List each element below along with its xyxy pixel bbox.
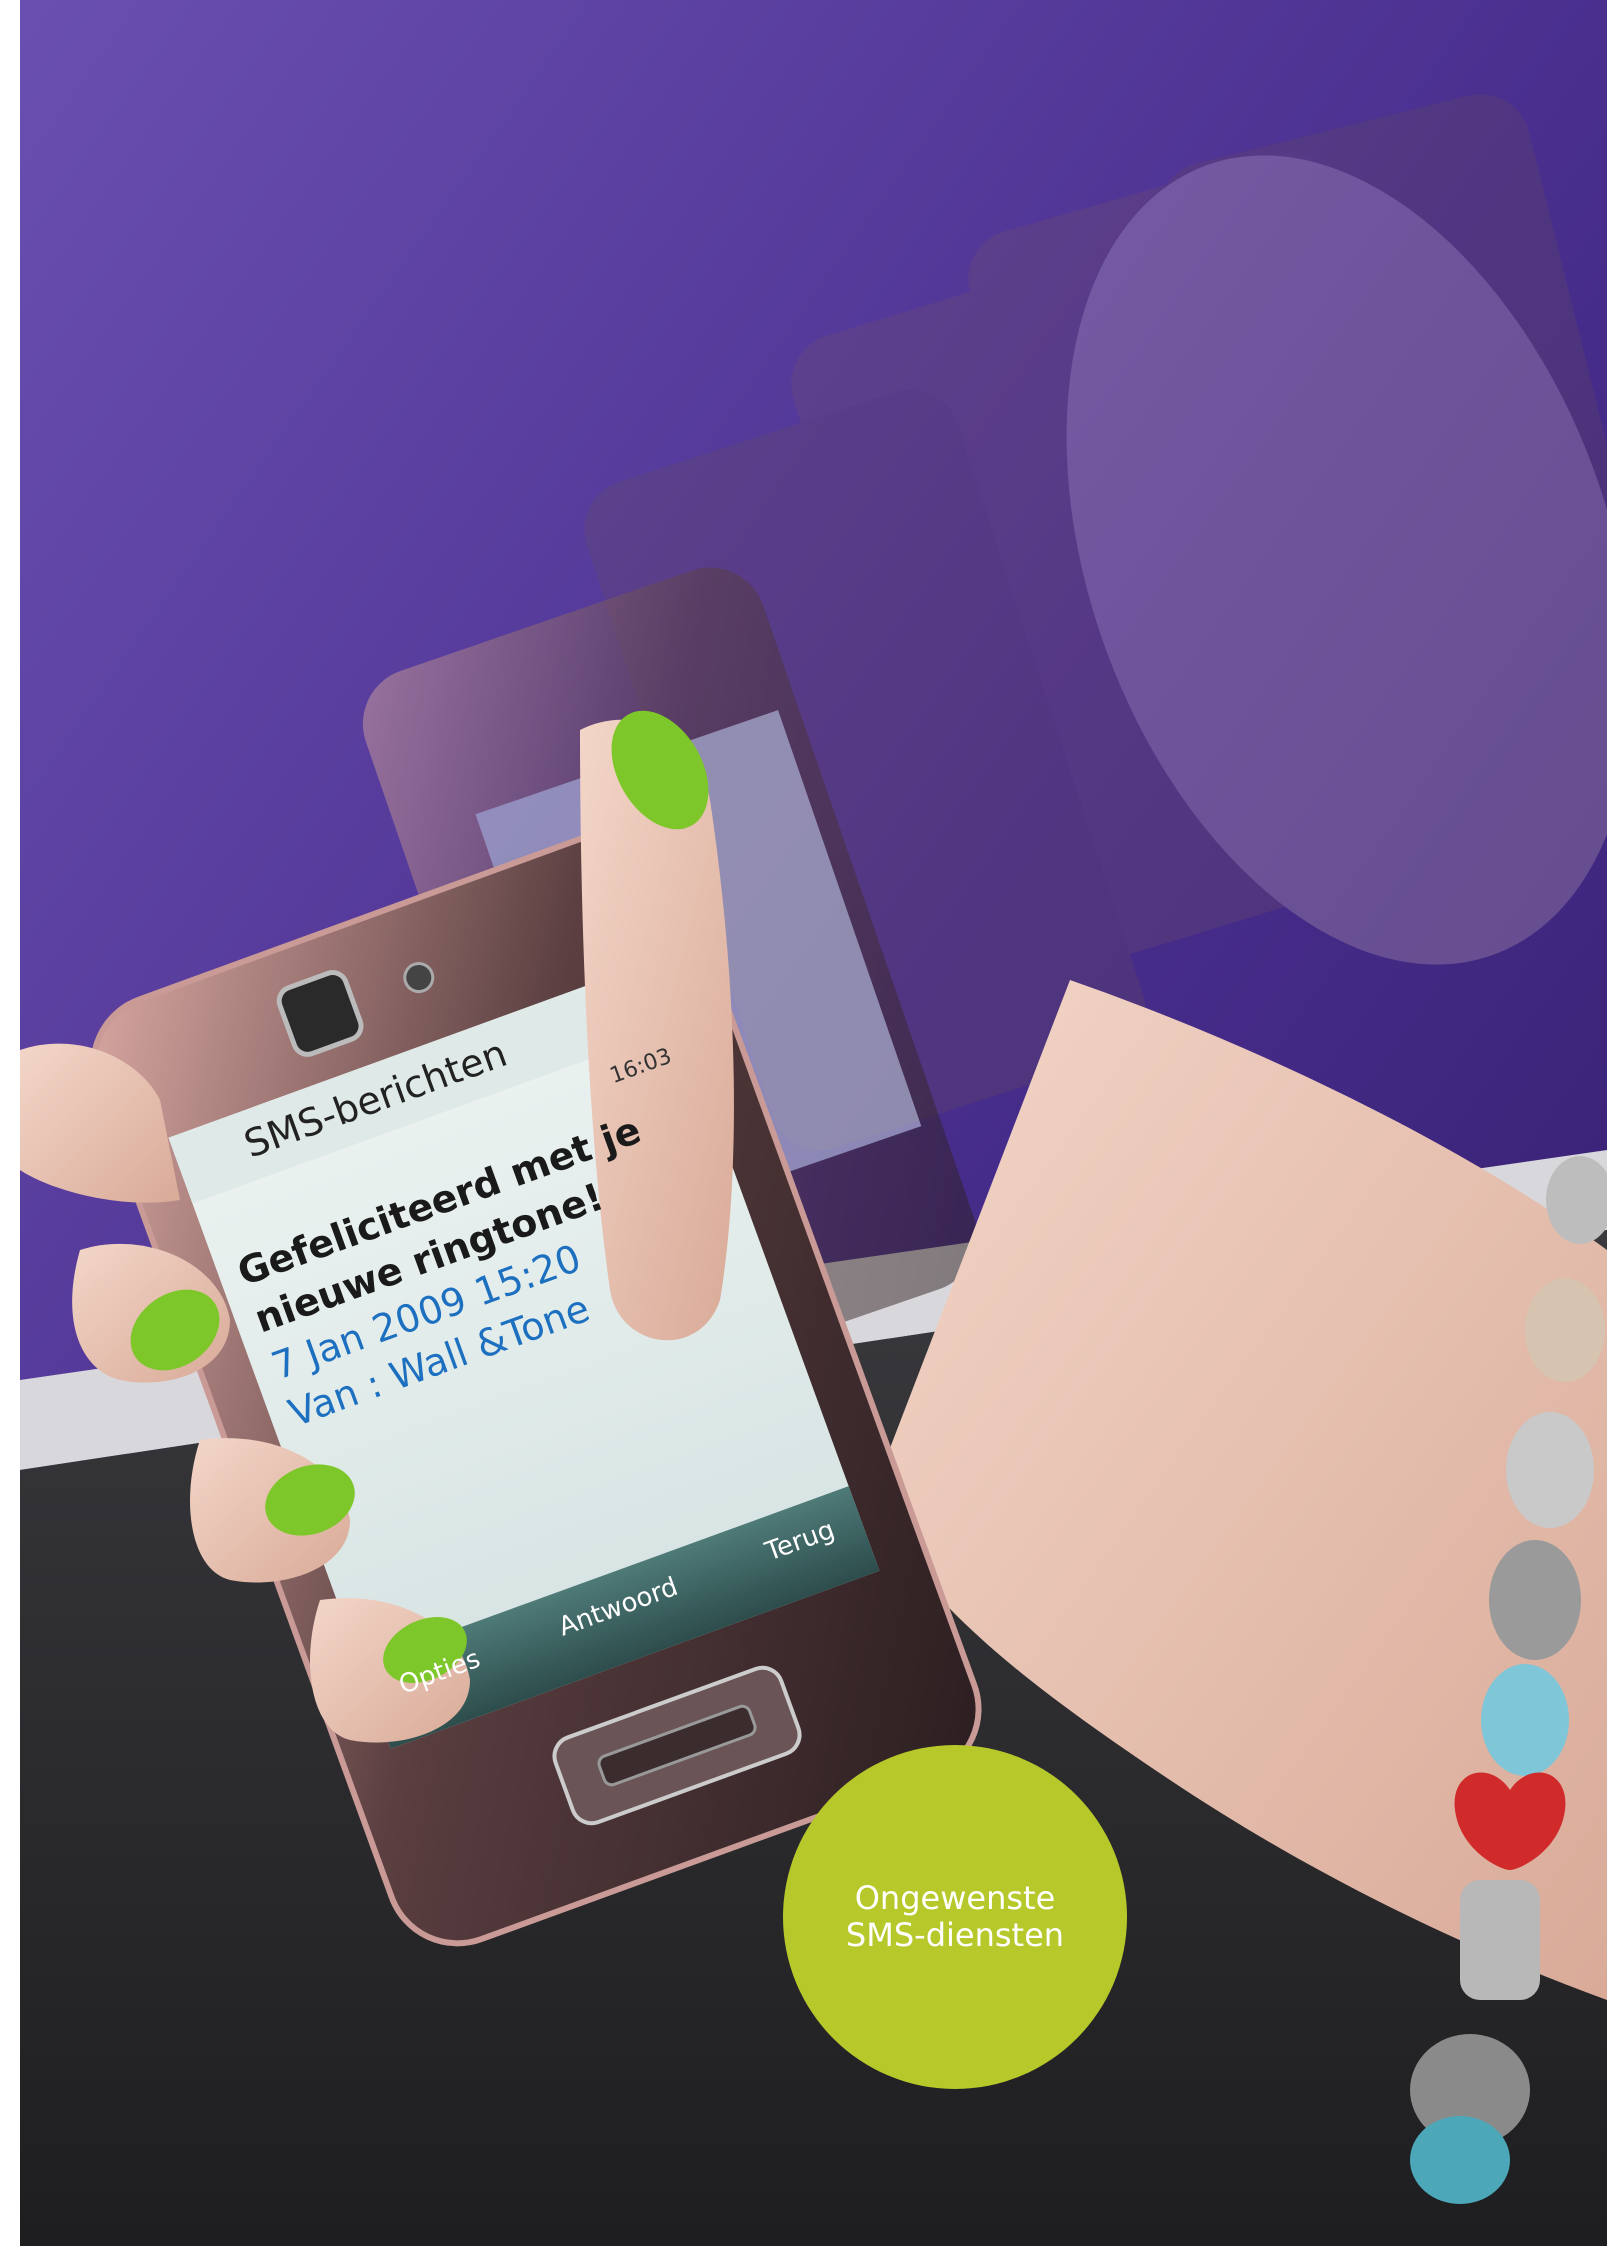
badge-line-2: SMS-diensten [845, 1916, 1065, 1954]
topic-badge: Ongewenste SMS-diensten [783, 1745, 1127, 2089]
softkey-options[interactable]: Opties [395, 1644, 484, 1701]
softkey-back[interactable]: Terug [762, 1515, 839, 1568]
badge-line-1: Ongewenste [854, 1879, 1056, 1917]
photo-scene: SMS-berichten 16:03 Gefeliciteerd met je… [20, 0, 1607, 2246]
softkey-reply[interactable]: Antwoord [555, 1572, 682, 1643]
status-time: 16:03 [606, 1043, 675, 1090]
